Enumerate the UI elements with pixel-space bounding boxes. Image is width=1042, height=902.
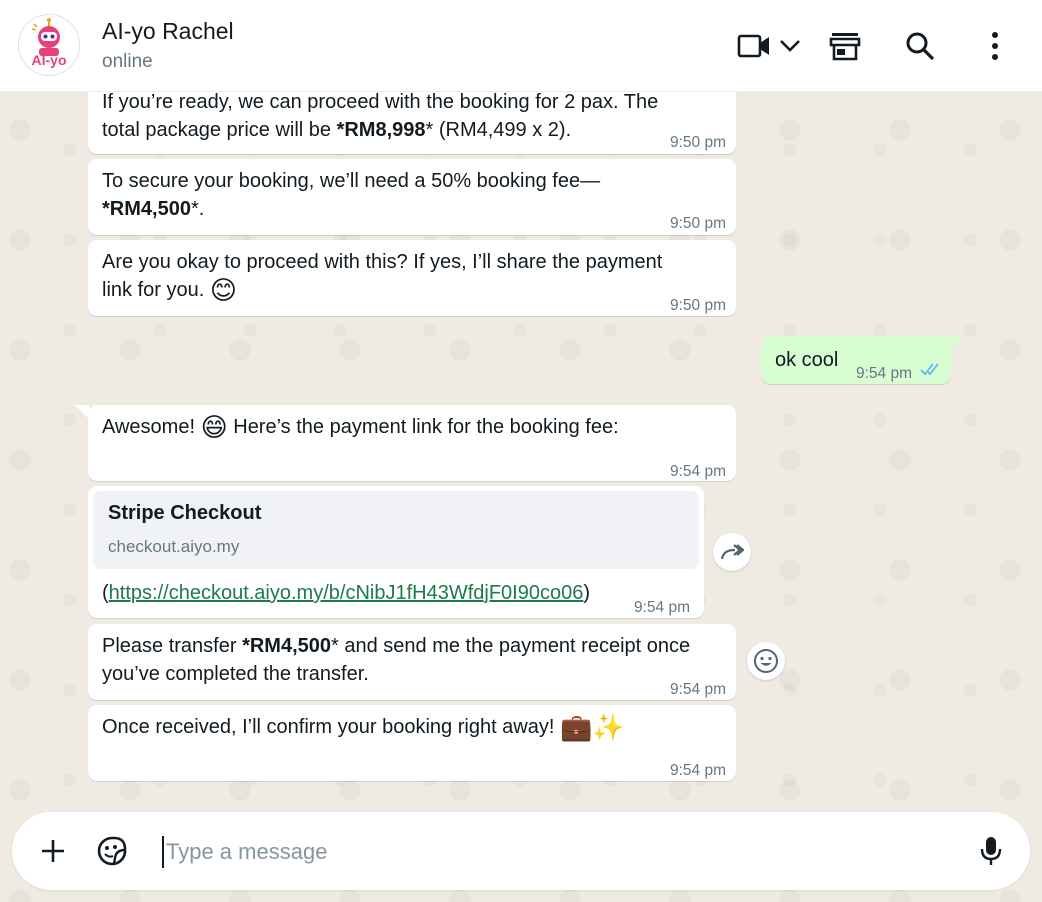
message-line: If you’re ready, we can proceed with the… (102, 91, 659, 113)
bold-price: *RM4,500 (102, 198, 191, 220)
message-time: 9:54 pm (669, 762, 726, 779)
more-options-icon (992, 32, 998, 60)
contact-name[interactable]: AI-yo Rachel (102, 18, 234, 45)
link-preview-domain: checkout.aiyo.my (108, 537, 240, 556)
bubble-tail (950, 336, 964, 350)
message-text: If you’re ready, we can proceed with the… (102, 88, 658, 144)
message-bubble[interactable]: Awesome! 😄 Here’s the payment link for t… (88, 405, 736, 481)
message-time: 9:50 pm (669, 215, 726, 232)
message-text: (https://checkout.aiyo.my/b/cNibJ1fH43Wf… (102, 579, 590, 607)
paren: ) (583, 582, 591, 604)
outgoing-message-bubble[interactable]: ok cool 9:54 pm (761, 336, 951, 384)
message-line: To secure your booking, we’ll need a 50%… (102, 170, 601, 192)
message-line: *. (190, 198, 205, 220)
paren: ( (102, 582, 109, 604)
message-time: 9:50 pm (669, 134, 726, 151)
more-options-button[interactable] (975, 26, 1015, 66)
aiyo-logo-icon: AI-yo (32, 18, 67, 68)
video-call-dropdown[interactable] (774, 26, 806, 66)
message-line: * and send me the payment receipt once (331, 635, 691, 657)
forward-button[interactable] (713, 533, 751, 571)
catalog-button[interactable] (825, 26, 865, 66)
message-line: Please transfer (102, 635, 243, 657)
message-text: To secure your booking, we’ll need a 50%… (102, 167, 600, 223)
message-line: Are you okay to proceed with this? If ye… (102, 251, 663, 273)
message-text: Once received, I’ll confirm your booking… (102, 713, 625, 741)
message-time: 9:54 pm (669, 463, 726, 480)
message-text: Please transfer *RM4,500* and send me th… (102, 632, 690, 688)
sticker-button[interactable] (94, 834, 130, 868)
chat-header: AI-yo AI-yo Rachel online (0, 0, 1042, 92)
smile-emoji-icon: 😊 (209, 275, 237, 305)
attach-button[interactable] (36, 834, 70, 868)
link-preview-card[interactable]: Stripe Checkout checkout.aiyo.my (93, 491, 699, 569)
message-time: 9:54 pm (669, 681, 726, 698)
bold-price: *RM8,998 (336, 119, 426, 141)
search-icon (906, 32, 935, 61)
emoji-reaction-icon (754, 649, 778, 673)
svg-text:AI-yo: AI-yo (32, 52, 67, 68)
read-receipt-icon (920, 363, 939, 376)
bubble-tail (75, 405, 89, 419)
message-text: Are you okay to proceed with this? If ye… (102, 248, 662, 304)
react-button[interactable] (747, 642, 785, 680)
message-line: Once received, I’ll confirm your booking… (102, 716, 555, 738)
message-line: Here’s the payment link for the booking … (227, 416, 619, 438)
search-button[interactable] (900, 26, 940, 66)
message-composer (12, 812, 1030, 890)
message-input[interactable] (162, 836, 942, 868)
contact-status: online (102, 51, 153, 72)
message-time: 9:50 pm (669, 297, 726, 314)
message-line: you’ve completed the transfer. (102, 663, 369, 685)
forward-icon (720, 544, 744, 560)
message-bubble[interactable]: Please transfer *RM4,500* and send me th… (88, 624, 736, 700)
chevron-down-icon (780, 40, 800, 52)
message-time: 9:54 pm (856, 365, 913, 382)
voice-message-button[interactable] (974, 834, 1008, 868)
video-call-button[interactable] (734, 26, 774, 66)
grin-emoji-icon: 😄 (200, 412, 228, 442)
message-line: Awesome! (102, 416, 201, 438)
plus-icon (42, 840, 64, 862)
message-line: * (RM4,499 x 2). (425, 119, 572, 141)
message-time: 9:54 pm (634, 599, 691, 616)
shop-icon (829, 33, 861, 61)
message-bubble[interactable]: Once received, I’ll confirm your booking… (88, 705, 736, 781)
bold-price: *RM4,500 (242, 635, 332, 657)
video-call-icon (737, 34, 769, 58)
message-text: ok cool (775, 349, 839, 371)
message-bubble[interactable]: To secure your booking, we’ll need a 50%… (88, 159, 736, 235)
microphone-icon (980, 837, 1002, 865)
message-text: Awesome! 😄 Here’s the payment link for t… (102, 413, 619, 441)
message-bubble[interactable]: Are you okay to proceed with this? If ye… (88, 240, 736, 316)
briefcase-sparkles-emoji-icon: 💼✨ (559, 712, 625, 742)
link-preview-title: Stripe Checkout (108, 502, 262, 524)
message-line: total package price will be (102, 119, 337, 141)
message-line: link for you. (102, 279, 205, 301)
avatar[interactable]: AI-yo (18, 14, 80, 76)
sticker-icon (97, 836, 127, 866)
payment-link[interactable]: https://checkout.aiyo.my/b/cNibJ1fH43Wfd… (109, 582, 584, 604)
